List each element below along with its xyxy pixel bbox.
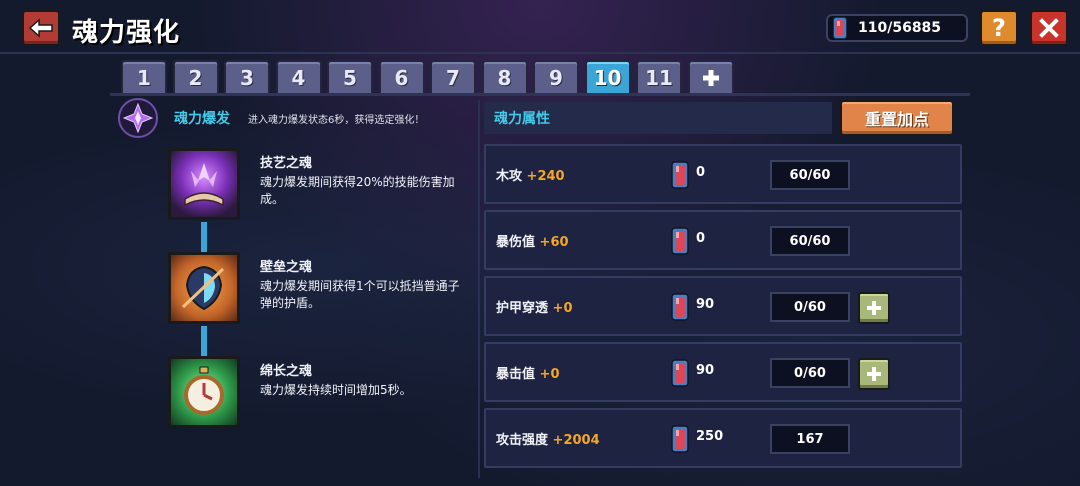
tab-2[interactable]: 2 <box>172 60 219 94</box>
plus-icon <box>867 367 881 381</box>
attribute-row: 木攻 +240 0 60/60 <box>484 144 962 204</box>
attribute-bonus: +60 <box>539 235 569 250</box>
panel-divider <box>478 100 480 478</box>
soul-burst-panel: 魂力爆发 进入魂力爆发状态6秒，获得选定强化！ 技艺之魂 魂力爆发期间获得20%… <box>112 96 477 476</box>
add-point-button[interactable] <box>858 358 890 390</box>
tab-8[interactable]: 8 <box>481 60 528 94</box>
soul-gem-icon <box>671 293 689 321</box>
bulwark-soul-icon <box>168 252 240 324</box>
soul-burst-description: 进入魂力爆发状态6秒，获得选定强化！ <box>248 115 425 126</box>
attribute-name: 攻击强度 +2004 <box>496 429 600 448</box>
back-button[interactable] <box>22 10 60 46</box>
soul-attributes-header: 魂力属性 <box>484 102 832 134</box>
attribute-cost: 90 <box>696 297 715 312</box>
technique-soul-icon <box>168 148 240 220</box>
currency-amount: 110/56885 <box>858 20 942 36</box>
tab-9[interactable]: 9 <box>533 60 579 94</box>
close-icon <box>1039 18 1059 38</box>
attribute-cost: 250 <box>696 429 724 444</box>
soul-burst-icon <box>118 98 158 138</box>
help-button[interactable]: ? <box>980 10 1018 46</box>
plus-icon <box>867 301 881 315</box>
attribute-label: 暴击值 <box>496 367 536 382</box>
back-arrow-icon <box>28 18 53 38</box>
attribute-row: 攻击强度 +2004 250 167 <box>484 408 962 468</box>
soul-burst-title: 魂力爆发 <box>174 111 230 127</box>
skill-name: 绵长之魂 <box>260 364 313 379</box>
attribute-cost: 0 <box>696 231 706 246</box>
attribute-row: 护甲穿透 +0 90 0/60 <box>484 276 962 336</box>
reset-points-button[interactable]: 重置加点 <box>840 100 954 136</box>
soul-currency-display: 110/56885 <box>826 14 968 42</box>
attribute-level: 0/60 <box>770 358 850 388</box>
tab-10[interactable]: 10 <box>584 60 631 94</box>
attribute-bonus: +240 <box>526 169 565 184</box>
attribute-row: 暴伤值 +60 0 60/60 <box>484 210 962 270</box>
soul-gem-icon <box>832 16 848 40</box>
tab-3[interactable]: 3 <box>224 60 270 94</box>
attribute-label: 攻击强度 <box>496 433 549 448</box>
attribute-level: 0/60 <box>770 292 850 322</box>
attribute-bonus: +0 <box>552 301 573 316</box>
attribute-row: 暴击值 +0 90 0/60 <box>484 342 962 402</box>
longevity-soul-icon <box>168 356 240 428</box>
skill-item-bulwark[interactable]: 壁垒之魂 魂力爆发期间获得1个可以抵挡普通子弹的护盾。 <box>168 252 468 332</box>
attribute-level: 60/60 <box>770 226 850 256</box>
skill-description: 魂力爆发持续时间增加5秒。 <box>260 383 412 397</box>
tab-6[interactable]: 6 <box>378 60 425 94</box>
attribute-level: 167 <box>770 424 850 454</box>
plus-icon <box>702 70 719 86</box>
soul-gem-icon <box>671 425 689 453</box>
attribute-bonus: +0 <box>539 367 560 382</box>
soul-gem-icon <box>671 227 689 255</box>
attribute-label: 木攻 <box>496 169 523 184</box>
attribute-name: 暴伤值 +60 <box>496 231 569 250</box>
tab-5[interactable]: 5 <box>327 60 373 94</box>
skill-item-longevity[interactable]: 绵长之魂 魂力爆发持续时间增加5秒。 <box>168 356 468 436</box>
tab-11[interactable]: 11 <box>636 60 682 94</box>
close-button[interactable] <box>1030 10 1068 46</box>
header: 魂力强化 110/56885 ? <box>0 0 1080 52</box>
skill-item-technique[interactable]: 技艺之魂 魂力爆发期间获得20%的技能伤害加成。 <box>168 148 468 228</box>
attribute-cost: 0 <box>696 165 706 180</box>
attribute-bonus: +2004 <box>552 433 600 448</box>
add-point-button[interactable] <box>858 292 890 324</box>
attribute-label: 护甲穿透 <box>496 301 549 316</box>
tab-4[interactable]: 4 <box>275 60 322 94</box>
page-tabs: 1 2 3 4 5 6 7 8 9 10 11 <box>121 60 739 94</box>
tab-1[interactable]: 1 <box>121 60 167 94</box>
skill-description: 魂力爆发期间获得20%的技能伤害加成。 <box>260 175 455 206</box>
soul-burst-header: 魂力爆发 进入魂力爆发状态6秒，获得选定强化！ <box>112 96 477 140</box>
attribute-name: 暴击值 +0 <box>496 363 560 382</box>
skill-description: 魂力爆发期间获得1个可以抵挡普通子弹的护盾。 <box>260 279 460 310</box>
tab-7[interactable]: 7 <box>430 60 476 94</box>
soul-gem-icon <box>671 161 689 189</box>
help-icon: ? <box>992 14 1006 42</box>
soul-gem-icon <box>671 359 689 387</box>
attribute-label: 暴伤值 <box>496 235 536 250</box>
attribute-name: 木攻 +240 <box>496 165 565 184</box>
attribute-level: 60/60 <box>770 160 850 190</box>
attribute-cost: 90 <box>696 363 715 378</box>
page-title: 魂力强化 <box>72 18 181 48</box>
attribute-name: 护甲穿透 +0 <box>496 297 573 316</box>
add-tab-button[interactable] <box>687 60 734 94</box>
header-divider <box>0 52 1080 54</box>
skill-name: 壁垒之魂 <box>260 260 313 275</box>
skill-name: 技艺之魂 <box>260 156 313 171</box>
